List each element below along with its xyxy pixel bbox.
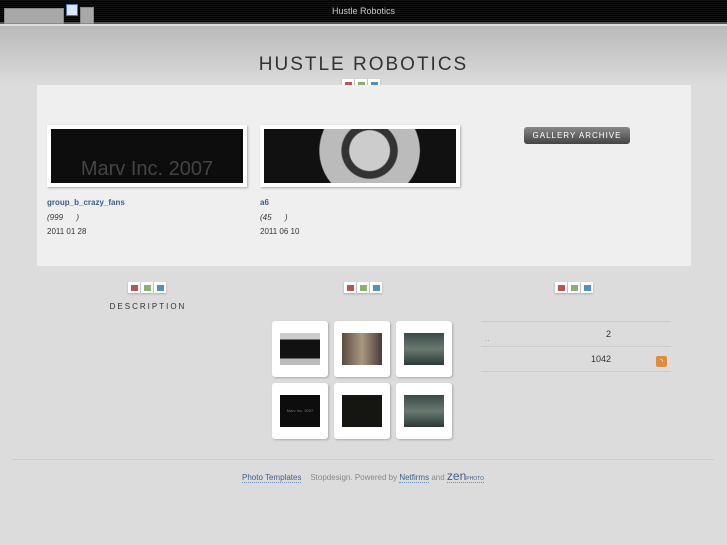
image-thumbnail[interactable] (396, 321, 452, 377)
album-count: (999 ) (47, 213, 80, 222)
description-heading: DESCRIPTION (109, 302, 187, 311)
image-thumbnail[interactable] (396, 383, 452, 439)
album-thumbnail[interactable] (260, 125, 460, 187)
album-date: 2011 01 28 (47, 227, 87, 236)
netfirms-link[interactable]: Netfirms (399, 473, 430, 483)
window-title: Hustle Robotics (331, 6, 396, 16)
image-thumbnail[interactable] (272, 321, 328, 377)
squares-icon (555, 282, 593, 293)
album-count: (45 ) (260, 213, 288, 222)
album-date: 2011 06 10 (260, 227, 300, 236)
squares-icon (344, 282, 382, 293)
album-title-link[interactable]: group_b_crazy_fans (47, 198, 247, 207)
footer: Photo Templates Stopdesign. Powered by N… (12, 459, 714, 483)
site-title[interactable]: HUSTLE ROBOTICS (0, 54, 727, 76)
image-thumbnail[interactable] (334, 321, 390, 377)
albums-panel: Marv Inc. 2007 group_b_crazy_fans (999 )… (37, 85, 691, 266)
squares-icon (128, 282, 166, 293)
photo-templates-link[interactable]: Photo Templates (242, 473, 302, 483)
image-thumbnail[interactable]: Marv Inc. 2007 (272, 383, 328, 439)
album-title-link[interactable]: a6 (260, 198, 460, 207)
image-grid: Marv Inc. 2007 (272, 321, 452, 439)
stats-list: .. 2 1042 ◝ (481, 321, 671, 372)
rss-icon[interactable]: ◝ (656, 356, 667, 367)
album-item: a6 (45 ) 2011 06 10 (260, 125, 460, 236)
image-thumbnail[interactable] (334, 383, 390, 439)
album-thumbnail[interactable]: Marv Inc. 2007 (47, 125, 247, 187)
stats-row: .. 2 (481, 322, 671, 347)
stats-row: 1042 ◝ (481, 347, 671, 372)
zenphoto-link[interactable]: zenPHOTO (446, 469, 484, 483)
browser-toolbar: Hustle Robotics (0, 0, 727, 24)
gallery-archive-button[interactable]: GALLERY ARCHIVE (524, 127, 630, 144)
album-item: Marv Inc. 2007 group_b_crazy_fans (999 )… (47, 125, 247, 236)
